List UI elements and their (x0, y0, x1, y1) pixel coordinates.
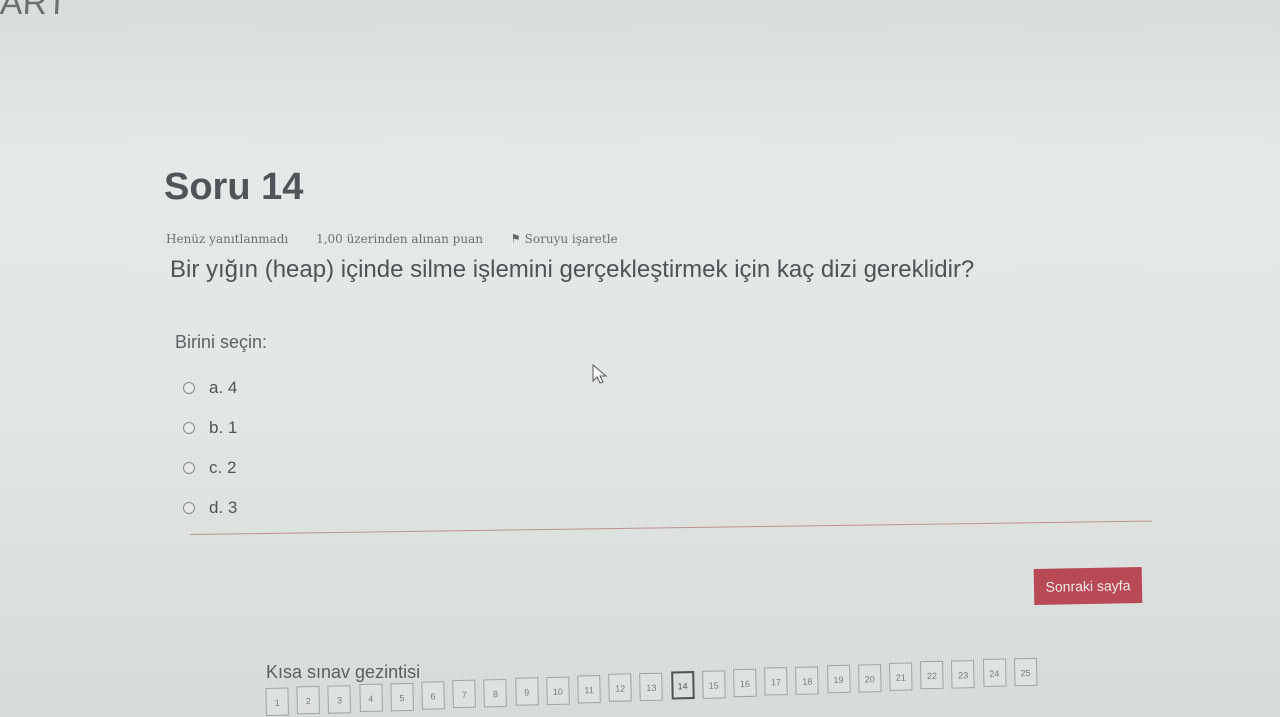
question-status: Henüz yanıtlanmadı (166, 232, 289, 246)
answer-option-d[interactable]: d. 3 (183, 488, 237, 528)
quiz-nav-label: 19 (833, 675, 844, 686)
quiz-nav-button-18[interactable]: 18 (795, 666, 820, 695)
answer-options: a. 4 b. 1 c. 2 d. 3 (183, 368, 237, 528)
quiz-nav-button-10[interactable]: 10 (546, 676, 570, 705)
quiz-nav-label: 12 (615, 683, 626, 695)
flag-question-link[interactable]: ⚑ Soruyu işaretle (511, 232, 618, 246)
quiz-nav-button-12[interactable]: 12 (608, 673, 632, 703)
radio-button[interactable] (183, 462, 195, 474)
quiz-nav-button-5[interactable]: 5 (390, 682, 414, 711)
question-card: Soru 14 Henüz yanıtlanmadı 1,00 üzerinde… (164, 166, 1154, 517)
quiz-nav-button-15[interactable]: 15 (701, 669, 726, 699)
quiz-nav-button-14[interactable]: 14 (670, 671, 695, 700)
quiz-nav-label: 23 (958, 670, 969, 681)
quiz-nav-label: 5 (399, 692, 405, 703)
question-text: Bir yığın (heap) içinde silme işlemini g… (170, 256, 975, 283)
radio-button[interactable] (183, 422, 195, 434)
quiz-nav-label: 20 (864, 673, 875, 685)
answer-option-a[interactable]: a. 4 (183, 368, 237, 408)
quiz-nav-button-4[interactable]: 4 (358, 683, 383, 713)
answer-option-b[interactable]: b. 1 (183, 408, 237, 448)
quiz-nav-label: 17 (770, 677, 782, 688)
quiz-nav-button-16[interactable]: 16 (733, 668, 757, 698)
quiz-nav-label: 8 (492, 688, 499, 700)
quiz-nav-button-25[interactable]: 25 (1013, 657, 1038, 686)
question-title: Soru 14 (164, 166, 304, 208)
quiz-nav-button-21[interactable]: 21 (889, 662, 913, 691)
quiz-nav-label: 16 (739, 678, 751, 690)
quiz-nav-button-24[interactable]: 24 (982, 658, 1007, 688)
quiz-nav-label: 6 (430, 691, 436, 702)
quiz-nav-button-1[interactable]: 1 (265, 687, 289, 716)
quiz-nav-label: 18 (802, 676, 813, 687)
quiz-nav-button-7[interactable]: 7 (452, 679, 477, 709)
question-points: 1,00 üzerinden alınan puan (316, 232, 483, 246)
answer-option-c[interactable]: c. 2 (183, 448, 237, 488)
quiz-nav-button-19[interactable]: 19 (826, 664, 851, 694)
quiz-nav-label: 15 (708, 680, 719, 691)
quiz-nav-label: 25 (1020, 667, 1031, 678)
answer-label: b. 1 (209, 418, 238, 437)
quiz-nav-label: 10 (552, 686, 563, 697)
quiz-nav-button-2[interactable]: 2 (296, 686, 321, 715)
mouse-cursor-icon (592, 364, 608, 384)
quiz-nav-label: 22 (926, 671, 938, 682)
question-divider (189, 520, 1152, 535)
flag-icon: ⚑ (510, 232, 521, 245)
quiz-nav-label: 4 (368, 693, 374, 705)
choose-one-label: Birini seçin: (175, 332, 268, 352)
radio-button[interactable] (183, 382, 195, 394)
top-navbar-fragment: ART (0, 0, 69, 22)
quiz-nav-button-6[interactable]: 6 (421, 681, 445, 710)
quiz-nav-label: 21 (895, 672, 906, 683)
quiz-nav-button-11[interactable]: 11 (577, 674, 601, 704)
quiz-navigation-strip: 1 2 3 4 5 6 7 8 9 10 11 12 13 14 15 16 17 18 19 20 21 22 23 24 2… (265, 649, 1066, 716)
quiz-nav-label: 14 (677, 681, 688, 692)
quiz-nav-button-20[interactable]: 20 (857, 663, 882, 693)
radio-button[interactable] (183, 502, 195, 514)
quiz-nav-button-13[interactable]: 13 (639, 672, 664, 701)
quiz-nav-button-23[interactable]: 23 (951, 659, 975, 689)
quiz-nav-button-22[interactable]: 22 (920, 661, 944, 690)
next-page-button[interactable]: Sonraki sayfa (1033, 567, 1143, 605)
quiz-nav-label: 9 (524, 687, 530, 698)
quiz-nav-label: 13 (646, 682, 657, 693)
answer-label: d. 3 (209, 498, 238, 517)
quiz-nav-label: 2 (305, 696, 311, 707)
quiz-nav-label: 11 (584, 685, 594, 696)
quiz-nav-label: 1 (274, 697, 280, 708)
quiz-nav-label: 7 (461, 690, 467, 701)
answer-label: c. 2 (209, 458, 237, 477)
answer-label: a. 4 (209, 378, 238, 397)
quiz-nav-button-8[interactable]: 8 (483, 678, 508, 708)
quiz-nav-button-3[interactable]: 3 (327, 685, 352, 714)
quiz-nav-button-17[interactable]: 17 (764, 667, 788, 696)
flag-question-label: Soruyu işaretle (524, 232, 618, 246)
quiz-nav-label: 3 (336, 695, 343, 706)
question-meta: Henüz yanıtlanmadı 1,00 üzerinden alınan… (166, 232, 642, 246)
quiz-nav-label: 24 (989, 668, 1000, 680)
quiz-nav-button-9[interactable]: 9 (514, 677, 539, 706)
